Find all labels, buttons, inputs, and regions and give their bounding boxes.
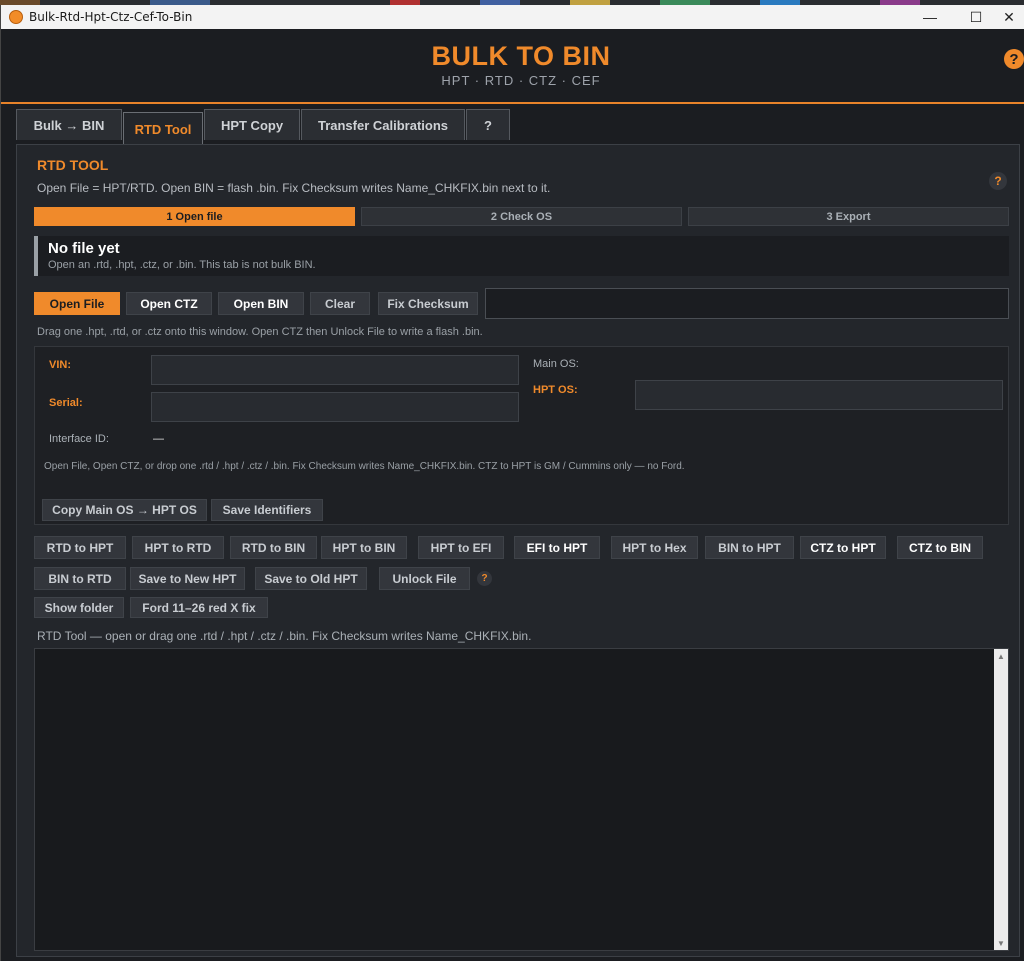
brand-subtitle: HPT · RTD · CTZ · CEF — [441, 73, 601, 88]
tab-transfer-calibrations[interactable]: Transfer Calibrations — [301, 109, 465, 140]
hpt-to-hex-button[interactable]: HPT to Hex — [611, 536, 698, 559]
maximize-icon: ☐ — [969, 8, 983, 25]
tab-hpt-copy[interactable]: HPT Copy — [204, 109, 300, 140]
tab-bulk-to-bin[interactable]: Bulk → BIN — [16, 109, 122, 140]
serial-field[interactable] — [151, 392, 519, 422]
tab-rtd-tool[interactable]: RTD Tool — [123, 112, 203, 145]
bin-to-hpt-button[interactable]: BIN to HPT — [705, 536, 794, 559]
title-bar[interactable]: Bulk-Rtd-Hpt-Ctz-Cef-To-Bin — ☐ ✕ — [1, 5, 1024, 29]
hpt-os-field[interactable] — [635, 380, 1003, 410]
interface-id-value: — — [153, 433, 164, 445]
log-output[interactable]: ▲ ▼ — [34, 648, 1009, 951]
identifiers-note: Open File, Open CTZ, or drop one .rtd / … — [44, 461, 685, 472]
open-bin-button[interactable]: Open BIN — [218, 292, 304, 315]
hpt-to-rtd-button[interactable]: HPT to RTD — [132, 536, 224, 559]
save-to-old-hpt-button[interactable]: Save to Old HPT — [255, 567, 367, 590]
section-description: Open File = HPT/RTD. Open BIN = flash .b… — [37, 181, 551, 195]
hpt-to-efi-button[interactable]: HPT to EFI — [418, 536, 504, 559]
step-open-file: 1 Open file — [34, 207, 355, 226]
brand-title: BULK TO BIN — [431, 41, 611, 71]
unlock-file-button[interactable]: Unlock File — [379, 567, 470, 590]
hpt-to-bin-button[interactable]: HPT to BIN — [321, 536, 407, 559]
drag-hint: Drag one .hpt, .rtd, or .ctz onto this w… — [37, 326, 483, 338]
hpt-os-label: HPT OS: — [533, 384, 578, 396]
ford-red-x-fix-button[interactable]: Ford 11–26 red X fix — [130, 597, 268, 618]
clear-button[interactable]: Clear — [310, 292, 370, 315]
step-export: 3 Export — [688, 207, 1009, 226]
notice-heading: No file yet — [48, 240, 120, 257]
rtd-to-hpt-button[interactable]: RTD to HPT — [34, 536, 126, 559]
identifiers-card: VIN: Serial: Interface ID: — Main OS: HP… — [34, 346, 1009, 525]
fix-checksum-button[interactable]: Fix Checksum — [378, 292, 478, 315]
minimize-icon: — — [923, 9, 937, 25]
bin-to-rtd-button[interactable]: BIN to RTD — [34, 567, 126, 590]
close-icon: ✕ — [1003, 8, 1015, 25]
ctz-to-bin-button[interactable]: CTZ to BIN — [897, 536, 983, 559]
app-window: Bulk-Rtd-Hpt-Ctz-Cef-To-Bin — ☐ ✕ BULK T… — [0, 5, 1024, 961]
section-help-icon[interactable]: ? — [989, 172, 1007, 190]
interface-id-label: Interface ID: — [49, 433, 109, 445]
ctz-to-hpt-button[interactable]: CTZ to HPT — [800, 536, 886, 559]
tab-help[interactable]: ? — [466, 109, 510, 140]
app-logo-icon — [9, 10, 23, 24]
rtd-tool-panel: RTD TOOL Open File = HPT/RTD. Open BIN =… — [16, 144, 1020, 957]
scroll-up-icon[interactable]: ▲ — [994, 649, 1008, 663]
close-button[interactable]: ✕ — [993, 5, 1024, 29]
log-label: RTD Tool — open or drag one .rtd / .hpt … — [37, 629, 532, 643]
row-help-icon[interactable]: ? — [477, 571, 492, 586]
save-to-new-hpt-button[interactable]: Save to New HPT — [130, 567, 245, 590]
vin-field[interactable] — [151, 355, 519, 385]
app-header: BULK TO BIN HPT · RTD · CTZ · CEF ? — [1, 29, 1024, 104]
notice-subtext: Open an .rtd, .hpt, .ctz, or .bin. This … — [48, 259, 316, 271]
serial-label: Serial: — [49, 397, 83, 409]
show-folder-button[interactable]: Show folder — [34, 597, 124, 618]
step-check-os: 2 Check OS — [361, 207, 682, 226]
status-notice: No file yet Open an .rtd, .hpt, .ctz, or… — [34, 236, 1009, 276]
open-ctz-button[interactable]: Open CTZ — [126, 292, 212, 315]
rtd-to-bin-button[interactable]: RTD to BIN — [230, 536, 317, 559]
copy-main-os-button[interactable]: Copy Main OS → HPT OS — [42, 499, 207, 521]
window-title: Bulk-Rtd-Hpt-Ctz-Cef-To-Bin — [29, 10, 193, 24]
save-identifiers-button[interactable]: Save Identifiers — [211, 499, 323, 521]
open-file-button[interactable]: Open File — [34, 292, 120, 315]
efi-to-hpt-button[interactable]: EFI to HPT — [514, 536, 600, 559]
header-help-icon[interactable]: ? — [1004, 49, 1024, 69]
vin-label: VIN: — [49, 359, 71, 371]
minimize-button[interactable]: — — [907, 5, 953, 29]
main-os-label: Main OS: — [533, 358, 579, 370]
log-scrollbar[interactable]: ▲ ▼ — [994, 649, 1008, 950]
section-title: RTD TOOL — [37, 157, 109, 173]
scroll-down-icon[interactable]: ▼ — [994, 936, 1008, 950]
file-path-field[interactable] — [485, 288, 1009, 319]
